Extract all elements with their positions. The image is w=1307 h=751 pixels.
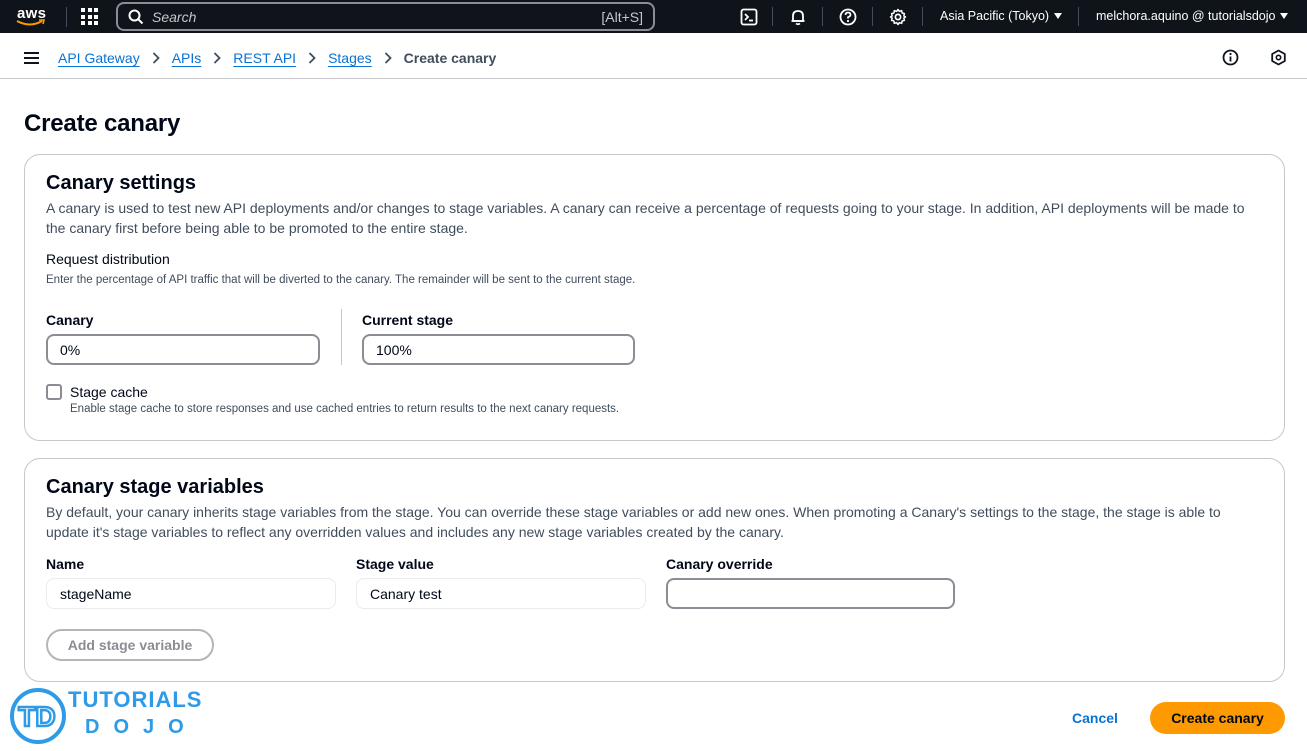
aws-smile-icon	[16, 18, 46, 25]
current-stage-percent-input[interactable]: 100%	[362, 334, 635, 365]
canary-settings-title: Canary settings	[46, 172, 197, 194]
page-title: Create canary	[24, 110, 181, 137]
cancel-button[interactable]: Cancel	[1072, 710, 1118, 726]
breadcrumb-api-gateway[interactable]: API Gateway	[58, 50, 140, 66]
column-stage-value-label: Stage value	[356, 556, 434, 572]
top-navigation: aws [Alt+S]	[0, 0, 1307, 33]
menu-hamburger-icon[interactable]	[24, 52, 39, 67]
create-canary-button[interactable]: Create canary	[1150, 702, 1285, 734]
help-icon[interactable]	[837, 6, 859, 28]
canary-percent-value: 0%	[60, 341, 81, 358]
breadcrumb-apis[interactable]: APIs	[172, 50, 202, 66]
aws-logo[interactable]: aws	[16, 5, 56, 29]
current-stage-label: Current stage	[362, 312, 454, 328]
info-icon[interactable]	[1222, 49, 1239, 71]
breadcrumb-current: Create canary	[403, 50, 497, 66]
chevron-right-icon	[213, 52, 222, 64]
caret-down-icon	[1054, 12, 1063, 19]
chevron-right-icon	[384, 52, 392, 64]
canary-stage-variables-card: Canary stage variables By default, your …	[24, 458, 1285, 682]
canary-label: Canary	[46, 312, 94, 328]
search-shortcut: [Alt+S]	[601, 9, 643, 25]
breadcrumb-bar: API Gateway APIs REST API Stages Create …	[0, 33, 1307, 79]
stage-variables-title: Canary stage variables	[46, 476, 264, 498]
search-box[interactable]: [Alt+S]	[116, 2, 655, 31]
variable-name-value: stageName	[60, 585, 132, 602]
variable-stage-value: Canary test	[370, 585, 442, 602]
region-selector[interactable]: Asia Pacific (Tokyo)	[940, 9, 1063, 23]
current-stage-percent-value: 100%	[376, 341, 412, 358]
watermark-line1: TUTORIALS	[68, 687, 203, 712]
search-input[interactable]	[152, 8, 572, 25]
chevron-right-icon	[308, 52, 316, 64]
stage-cache-checkbox[interactable]	[46, 384, 62, 400]
region-label: Asia Pacific (Tokyo)	[940, 9, 1050, 23]
settings-gear-icon[interactable]	[887, 6, 909, 28]
add-stage-variable-button[interactable]: Add stage variable	[46, 629, 214, 661]
caret-down-icon	[1280, 12, 1289, 19]
request-distribution-hint: Enter the percentage of API traffic that…	[46, 274, 636, 286]
breadcrumb: API Gateway APIs REST API Stages Create …	[58, 50, 496, 66]
chevron-right-icon	[152, 52, 160, 64]
breadcrumb-rest-api[interactable]: REST API	[233, 50, 296, 66]
services-grid-icon[interactable]	[81, 8, 98, 25]
variable-stage-value-input: Canary test	[356, 578, 646, 609]
column-name-label: Name	[46, 556, 85, 572]
stage-variables-description: By default, your canary inherits stage v…	[46, 504, 1221, 540]
column-canary-override-label: Canary override	[666, 556, 773, 572]
tutorials-dojo-logo: TD	[10, 688, 66, 744]
canary-override-input[interactable]	[666, 578, 955, 609]
account-menu[interactable]: melchora.aquino @ tutorialsdojo	[1096, 9, 1289, 23]
breadcrumb-stages[interactable]: Stages	[328, 50, 372, 66]
cloudshell-icon[interactable]	[738, 6, 760, 28]
canary-settings-description: A canary is used to test new API deploym…	[46, 200, 1245, 236]
search-icon	[128, 9, 144, 24]
security-shield-icon[interactable]	[1270, 49, 1287, 71]
request-distribution-label: Request distribution	[46, 251, 170, 267]
stage-cache-hint: Enable stage cache to store responses an…	[70, 403, 620, 415]
canary-settings-card: Canary settings A canary is used to test…	[24, 154, 1285, 441]
notifications-bell-icon[interactable]	[787, 6, 809, 28]
logo-letters: TD	[18, 701, 55, 732]
watermark-line2: DOJO	[85, 716, 198, 738]
account-label: melchora.aquino @ tutorialsdojo	[1096, 9, 1276, 23]
variable-name-input: stageName	[46, 578, 336, 609]
stage-cache-label[interactable]: Stage cache	[70, 384, 148, 400]
canary-percent-input[interactable]: 0%	[46, 334, 320, 365]
